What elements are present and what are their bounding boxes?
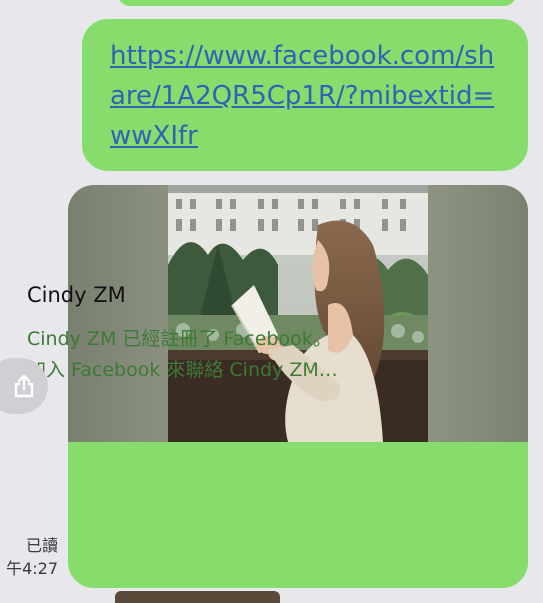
link-preview-photo [168,185,428,442]
message-link[interactable]: https://www.facebook.com/share/1A2QR5Cp1… [110,36,510,156]
link-preview-footer[interactable] [68,442,528,588]
share-button[interactable] [0,358,48,414]
message-read-status: 已讀 午4:27 [0,534,58,580]
read-label: 已讀 [25,536,58,555]
link-preview-card[interactable] [68,185,528,588]
next-message-peek [115,591,280,603]
share-icon [14,374,34,398]
link-preview-image-area[interactable] [68,185,528,442]
link-preview-description: Cindy ZM 已經註冊了 Facebook。 加入 Facebook 來聯絡… [27,324,437,386]
link-preview-title: Cindy ZM [27,283,126,307]
link-preview-description-line1: Cindy ZM 已經註冊了 Facebook。 [27,328,332,350]
previous-message-bubble[interactable] [118,0,516,6]
link-preview-description-line2: 加入 Facebook 來聯絡 Cindy ZM… [27,359,338,381]
message-time: 午4:27 [6,559,58,578]
